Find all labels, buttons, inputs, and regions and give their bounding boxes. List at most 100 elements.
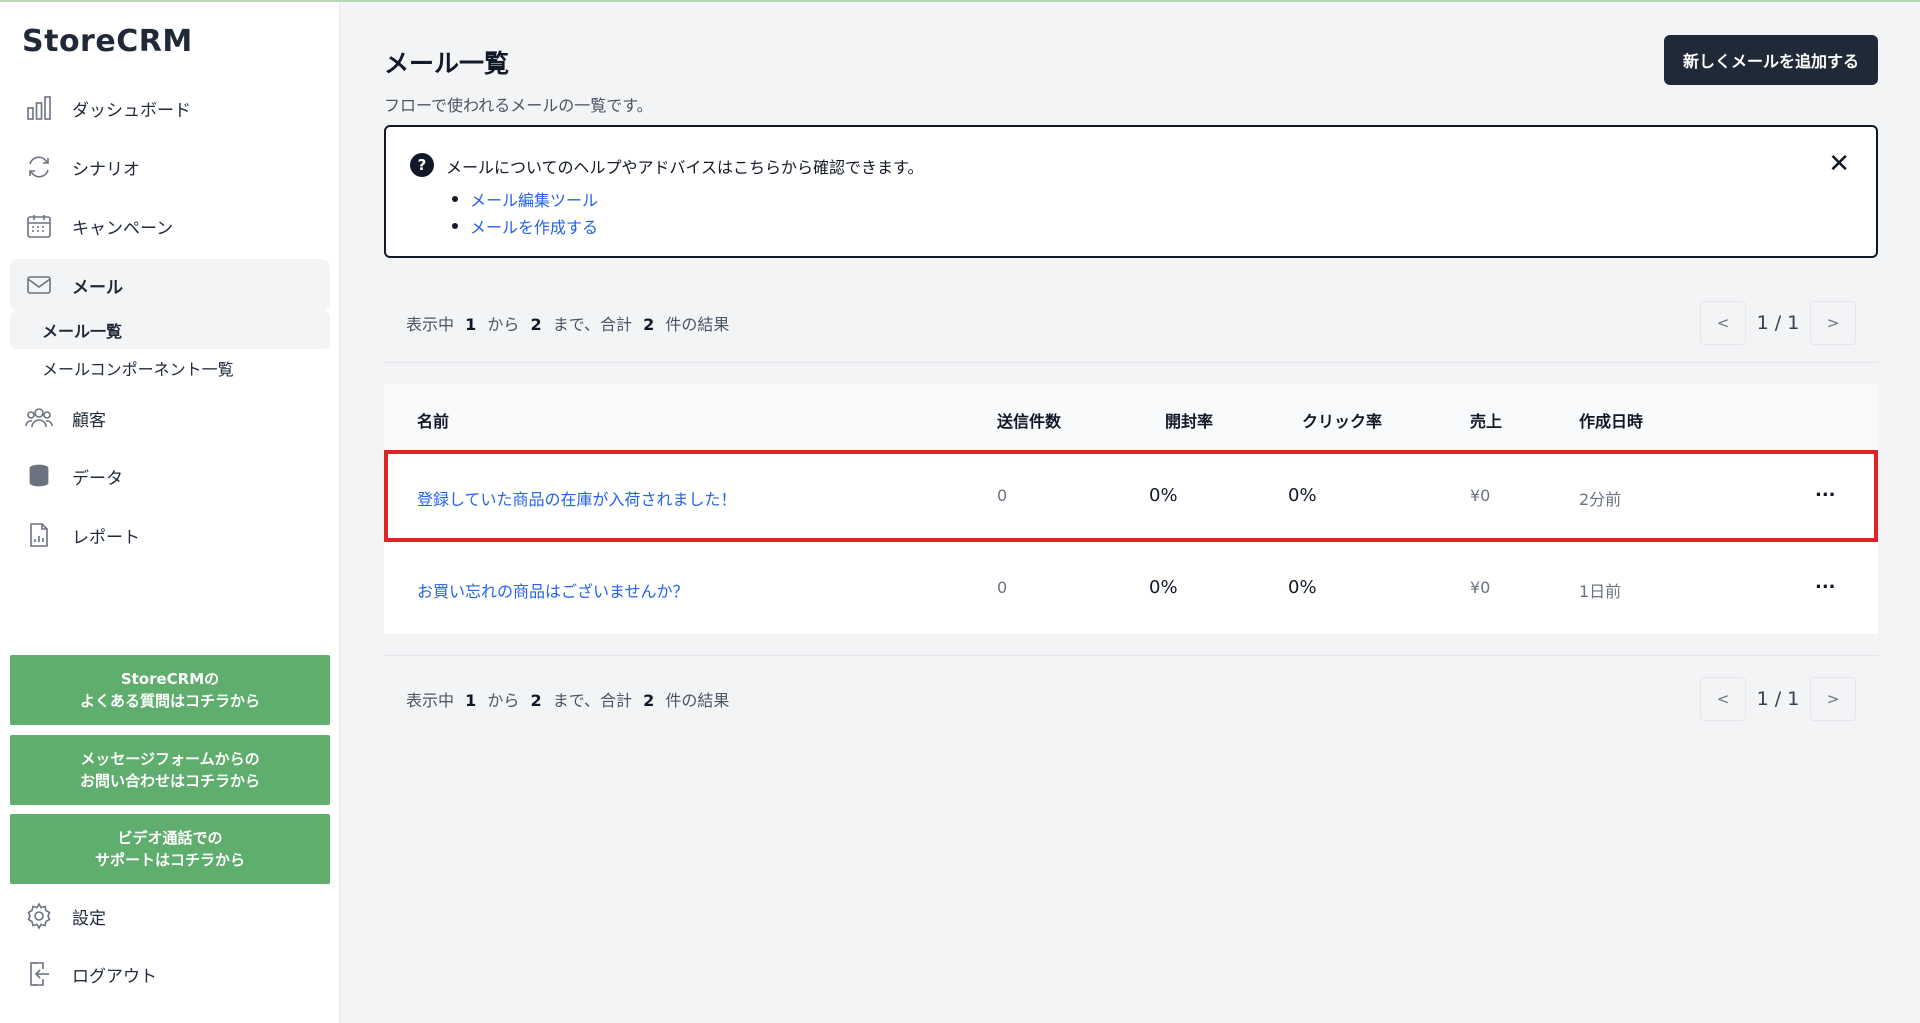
faq-button-line2: よくある質問はコチラから [79,692,260,710]
sidebar-subitem-mail-list[interactable]: メール一覧 [10,311,330,349]
users-icon [24,403,54,433]
page-indicator: 1 / 1 [1756,688,1800,710]
sidebar-item-label: レポート [72,527,140,548]
table-row: お買い忘れの商品はございませんか？ 0 0% 0% ¥0 1日前 ... [384,542,1878,634]
contact-form-button-line2: お問い合わせはコチラから [79,772,260,790]
results-from: 1 [465,315,477,334]
faq-button[interactable]: StoreCRMの よくある質問はコチラから [10,655,330,725]
bar-chart-icon [24,93,54,123]
gear-icon [24,901,54,931]
sidebar-item-label: ダッシュボード [72,100,191,121]
column-header-created: 作成日時 [1579,412,1644,431]
sales: ¥0 [1470,578,1491,597]
help-link-mail-editor[interactable]: メール編集ツール [452,185,598,212]
sidebar-item-scenario[interactable]: シナリオ [10,141,330,193]
logout-icon [24,959,54,989]
faq-button-line1: StoreCRMの [120,670,220,688]
mail-name-link[interactable]: 登録していた商品の在庫が入荷されました！ [417,486,737,510]
sidebar-item-label: データ [72,468,123,489]
row-menu-button[interactable]: ... [1815,480,1836,501]
results-to: 2 [530,691,542,710]
page-description: フローで使われるメールの一覧です。 [384,96,653,115]
sidebar-item-label: シナリオ [72,159,140,180]
sidebar-item-settings[interactable]: 設定 [10,890,330,942]
sidebar-subitem-mail-components[interactable]: メールコンポーネント一覧 [10,349,330,387]
created-at: 2分前 [1579,490,1622,509]
table-row: 登録していた商品の在庫が入荷されました！ 0 0% 0% ¥0 2分前 ... [384,450,1878,542]
close-icon[interactable]: ✕ [1828,149,1850,179]
results-from-label: から [487,691,520,710]
sales: ¥0 [1470,486,1491,505]
database-icon [24,461,54,491]
sidebar-item-label: ログアウト [72,966,157,987]
page-title: メール一覧 [384,49,510,78]
sidebar: StoreCRM ダッシュボード シナリオ キャンペーン メール メール一覧 メ… [0,2,340,1023]
help-text: メールについてのヘルプやアドバイスはこちらから確認できます。 [446,158,924,177]
click-rate: 0% [1288,577,1317,598]
mail-table: 名前 送信件数 開封率 クリック率 売上 作成日時 登録していた商品の在庫が入荷… [384,384,1878,634]
prev-page-button[interactable]: < [1700,301,1746,345]
pagination-top: < 1 / 1 > [1700,301,1856,345]
sidebar-item-label: キャンペーン [72,218,174,239]
results-from-label: から [487,315,520,334]
next-page-button[interactable]: > [1810,301,1856,345]
open-rate: 0% [1149,577,1178,598]
sidebar-item-dashboard[interactable]: ダッシュボード [10,82,330,134]
contact-form-button-line1: メッセージフォームからの [80,750,260,768]
refresh-icon [24,152,54,182]
results-total: 2 [643,315,655,334]
column-header-sales: 売上 [1470,412,1503,431]
video-support-button-line2: サポートはコチラから [94,851,245,869]
sidebar-item-label: 顧客 [72,410,106,431]
contact-form-button[interactable]: メッセージフォームからの お問い合わせはコチラから [10,735,330,805]
column-header-name: 名前 [417,412,450,431]
sidebar-item-mail[interactable]: メール [10,259,330,311]
sent-count: 0 [997,578,1008,597]
sidebar-item-campaign[interactable]: キャンペーン [10,200,330,252]
sidebar-item-report[interactable]: レポート [10,509,330,561]
add-mail-button[interactable]: 新しくメールを追加する [1664,35,1878,85]
help-links: メール編集ツール メールを作成する [452,185,598,239]
column-header-click-rate: クリック率 [1302,412,1383,431]
results-suffix: 件の結果 [665,691,730,710]
help-link-create-mail[interactable]: メールを作成する [452,212,598,239]
sent-count: 0 [997,486,1008,505]
help-panel: ? メールについてのヘルプやアドバイスはこちらから確認できます。 メール編集ツー… [384,125,1878,258]
row-menu-button[interactable]: ... [1815,572,1836,593]
main-content: メール一覧 フローで使われるメールの一覧です。 新しくメールを追加する ? メー… [384,0,1878,1023]
results-from: 1 [465,691,477,710]
brand-logo: StoreCRM [22,24,193,59]
sidebar-item-logout[interactable]: ログアウト [10,948,330,1000]
column-header-open-rate: 開封率 [1165,412,1214,431]
page-indicator: 1 / 1 [1756,312,1800,334]
video-support-button[interactable]: ビデオ通話での サポートはコチラから [10,814,330,884]
sidebar-item-customers[interactable]: 顧客 [10,392,330,444]
sidebar-item-label: 設定 [72,908,106,929]
created-at: 1日前 [1579,582,1622,601]
report-icon [24,520,54,550]
question-icon: ? [410,153,434,177]
mail-name-link[interactable]: お買い忘れの商品はございませんか？ [417,578,689,602]
results-prefix: 表示中 [406,315,455,334]
pagination-bottom: < 1 / 1 > [1700,677,1856,721]
divider [384,655,1878,656]
results-summary-bottom: 表示中 1 から 2 まで、合計 2 件の結果 [406,687,729,711]
table-header: 名前 送信件数 開封率 クリック率 売上 作成日時 [384,384,1878,450]
next-page-button[interactable]: > [1810,677,1856,721]
divider [384,362,1878,363]
mail-icon [24,270,54,300]
results-prefix: 表示中 [406,691,455,710]
results-summary-top: 表示中 1 から 2 まで、合計 2 件の結果 [406,311,729,335]
sidebar-item-label: メール [72,277,123,298]
click-rate: 0% [1288,485,1317,506]
results-total: 2 [643,691,655,710]
sidebar-item-data[interactable]: データ [10,450,330,502]
results-to: 2 [530,315,542,334]
results-to-label: まで、合計 [552,315,633,334]
video-support-button-line1: ビデオ通話での [117,829,223,847]
open-rate: 0% [1149,485,1178,506]
calendar-icon [24,211,54,241]
prev-page-button[interactable]: < [1700,677,1746,721]
results-to-label: まで、合計 [552,691,633,710]
results-suffix: 件の結果 [665,315,730,334]
